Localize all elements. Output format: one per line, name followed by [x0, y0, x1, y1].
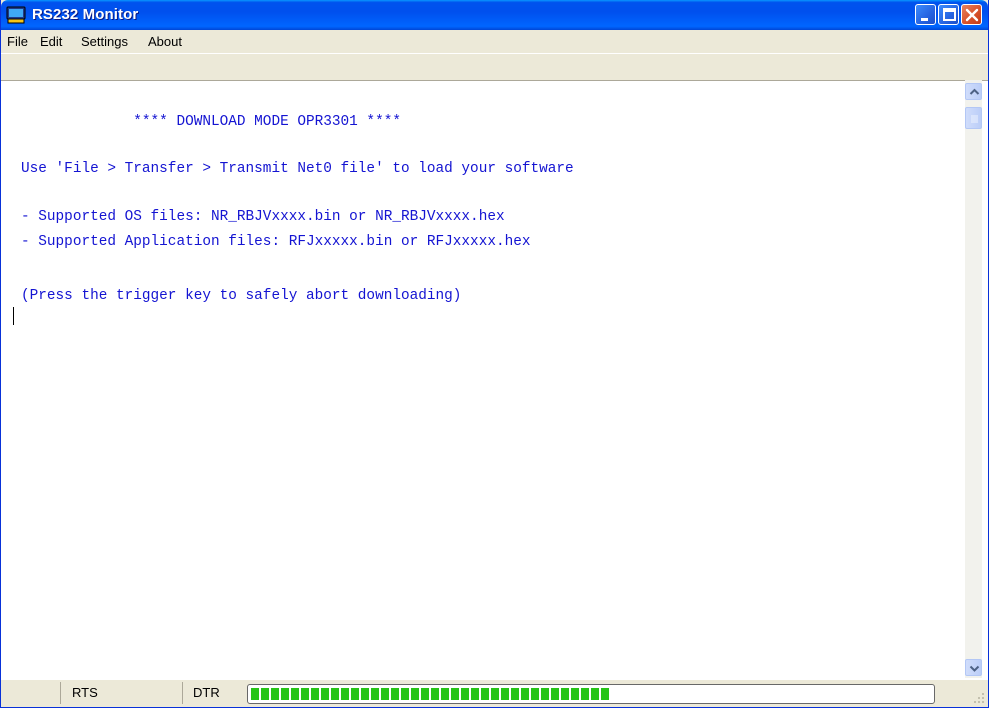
minimize-button[interactable]: [915, 4, 936, 25]
maximize-icon: [943, 8, 956, 21]
rs232-monitor-window: RS232 Monitor File Edit Settings About *…: [0, 0, 989, 708]
minimize-icon: [921, 18, 928, 21]
dtr-indicator: DTR: [183, 682, 243, 704]
chevron-down-icon: [969, 665, 980, 672]
title-bar[interactable]: RS232 Monitor: [1, 0, 988, 30]
scroll-thumb[interactable]: [965, 107, 982, 129]
menu-bar: File Edit Settings About: [1, 30, 988, 54]
menu-file[interactable]: File: [7, 34, 28, 49]
close-button[interactable]: [961, 4, 982, 25]
window-title: RS232 Monitor: [32, 6, 139, 23]
maximize-button[interactable]: [938, 4, 959, 25]
scroll-up-button[interactable]: [965, 83, 982, 100]
grip-lines-icon: [971, 115, 978, 123]
status-pane-blank: [1, 682, 61, 704]
rts-label: RTS: [72, 685, 98, 700]
text-cursor: [13, 307, 14, 325]
console-line: **** DOWNLOAD MODE OPR3301 ****: [21, 114, 401, 130]
console-output[interactable]: **** DOWNLOAD MODE OPR3301 **** Use 'Fil…: [1, 80, 988, 681]
console-line: Use 'File > Transfer > Transmit Net0 fil…: [21, 161, 574, 177]
scroll-down-button[interactable]: [965, 659, 982, 676]
resize-grip-icon[interactable]: [971, 690, 985, 704]
chevron-up-icon: [969, 88, 980, 95]
download-progress-bar: [247, 684, 935, 704]
console-line: - Supported Application files: RFJxxxxx.…: [21, 234, 531, 250]
menu-edit[interactable]: Edit: [40, 34, 62, 49]
close-icon: [965, 8, 979, 22]
vertical-scrollbar[interactable]: [965, 80, 982, 678]
progress-fill: [251, 688, 611, 700]
serial-monitor-icon: [6, 6, 26, 24]
menu-about[interactable]: About: [148, 34, 182, 49]
console-line: (Press the trigger key to safely abort d…: [21, 288, 462, 304]
rts-indicator: RTS: [61, 682, 183, 704]
menu-settings[interactable]: Settings: [81, 34, 128, 49]
console-line: - Supported OS files: NR_RBJVxxxx.bin or…: [21, 209, 505, 225]
dtr-label: DTR: [193, 685, 220, 700]
